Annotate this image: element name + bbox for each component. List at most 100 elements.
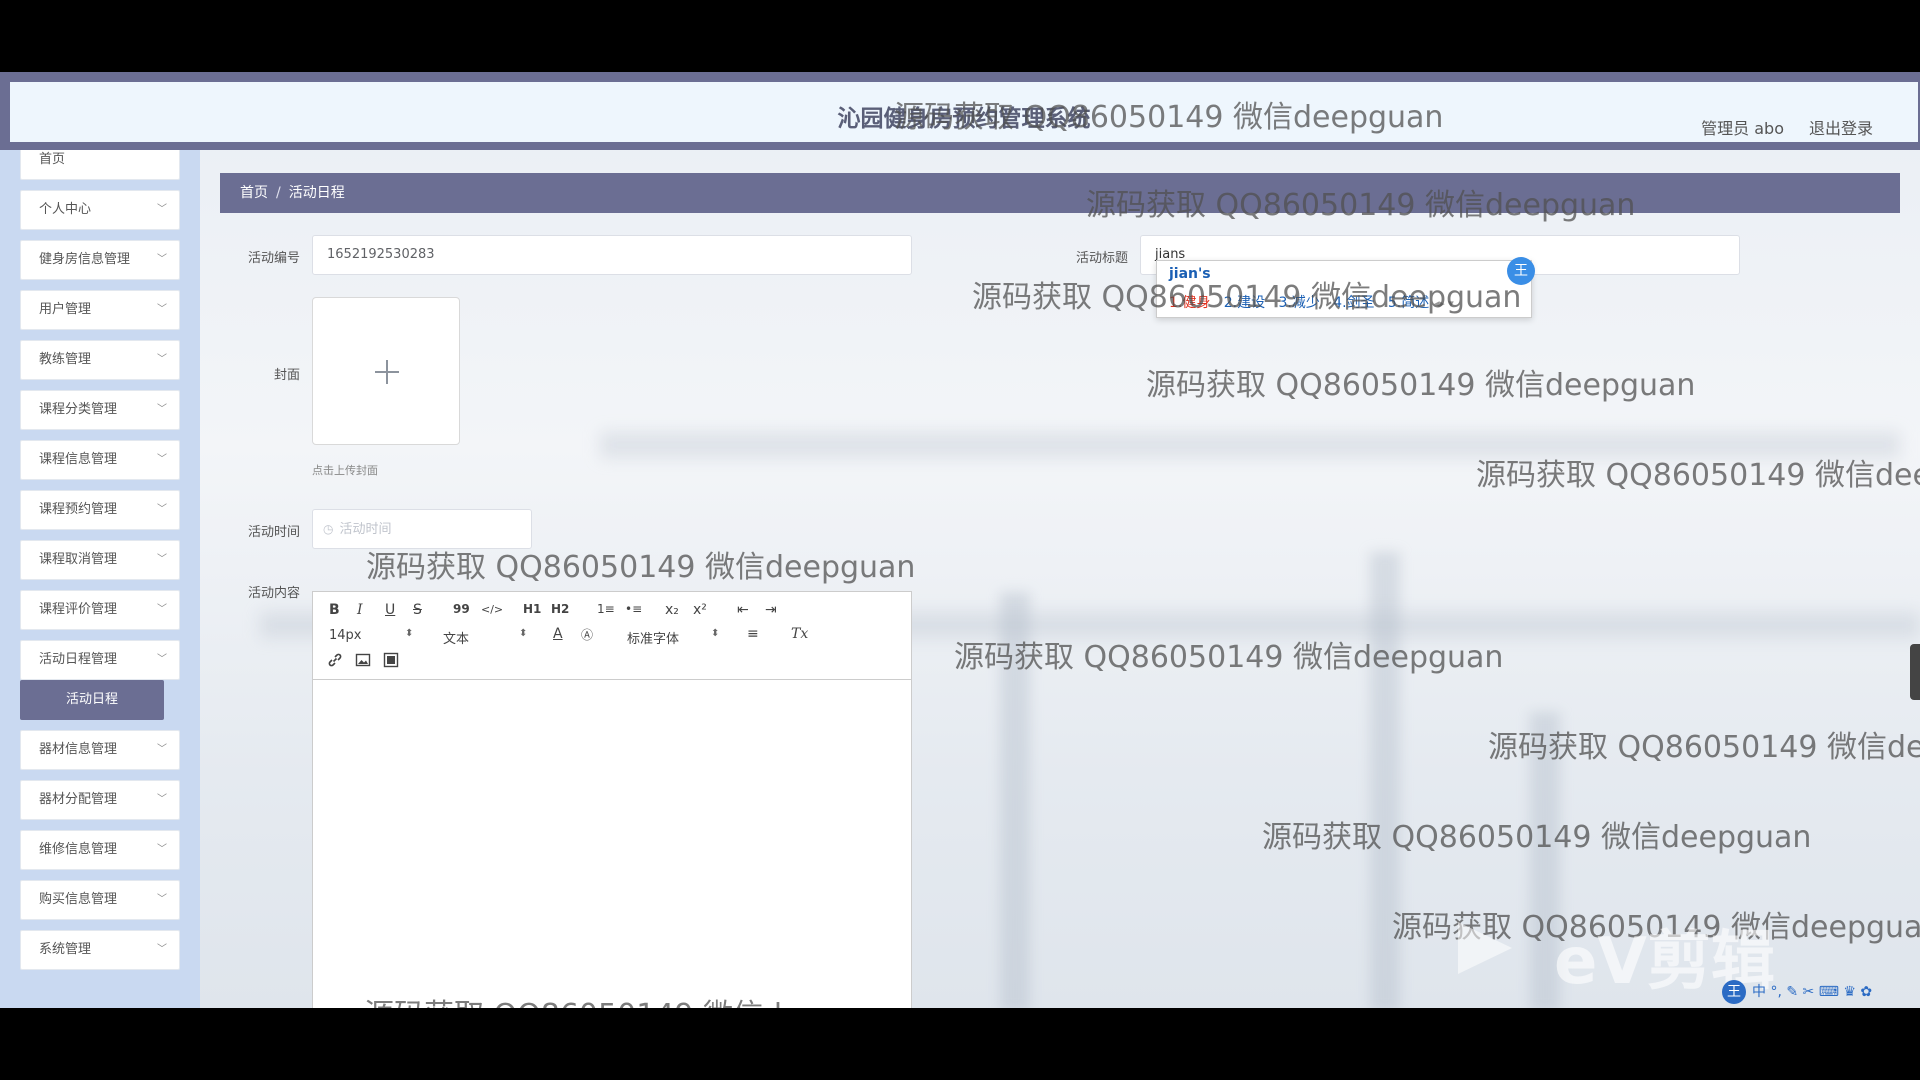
rich-text-editor[interactable]: B I U S 99 </> H1 H2 1≡ •≡ x₂ x² ⇤ ⇥ 14p… [312,591,912,1008]
cover-label: 封面 [273,368,300,383]
sidebar-item-course-info[interactable]: 课程信息管理 ﹀ [20,440,180,480]
chevron-down-icon: ﹀ [157,504,167,515]
watermark: 源码获取 QQ86050149 微信deepguan [1262,820,1812,855]
font-family-select[interactable]: 标准字体 [627,628,679,647]
sidebar-item-label: 教练管理 [39,352,92,367]
sidebar: 首页 个人中心 ﹀ 健身房信息管理 ﹀ 用户管理 ﹀ 教练管理 ﹀ 课程分类管理 ﹀ 课程… [0,150,200,1008]
chevron-down-icon: ﹀ [157,404,167,415]
sidebar-item-label: 课程信息管理 [39,452,118,467]
underline-icon[interactable]: U [385,602,395,618]
bullet-list-icon[interactable]: •≡ [625,602,642,616]
activity-title-label: 活动标题 [1075,251,1128,266]
watermark: 源码获取 QQ86050149 微信deepguan [1146,368,1696,403]
block-format-select[interactable]: 文本 [443,628,469,647]
sidebar-item-label: 系统管理 [39,942,92,957]
strikethrough-icon[interactable]: S [413,602,422,618]
sidebar-item-label: 器材信息管理 [39,742,118,757]
chevron-down-icon: ﹀ [157,454,167,465]
italic-icon[interactable]: I [357,602,363,618]
watermark: 源码获取 QQ86050149 微信deepguan [1488,730,1920,765]
watermark: 源码获取 QQ86050149 微信deepguan [366,550,916,585]
sidebar-item-profile[interactable]: 个人中心 ﹀ [20,190,180,230]
sidebar-item-equipment-info[interactable]: 器材信息管理 ﹀ [20,730,180,770]
sidebar-item-label: 维修信息管理 [39,842,118,857]
sidebar-item-label: 个人中心 [39,202,92,217]
cover-hint: 点击上传封面 [312,464,378,477]
sidebar-item-label: 器材分配管理 [39,792,118,807]
watermark: 源码获取 QQ86050149 微信deepguan [954,640,1504,675]
sidebar-subitem-activity[interactable]: 活动日程 [20,680,164,720]
sidebar-item-activity-schedule[interactable]: 活动日程管理 ﹀ [20,640,180,680]
sidebar-item-label: 课程预约管理 [39,502,118,517]
sidebar-item-coaches[interactable]: 教练管理 ﹀ [20,340,180,380]
clear-format-icon[interactable]: Tx [791,626,808,642]
breadcrumb-home[interactable]: 首页 [240,185,268,201]
sidebar-item-gym-info[interactable]: 健身房信息管理 ﹀ [20,240,180,280]
chevron-down-icon: ﹀ [157,744,167,755]
app-screen: 沁园健身房预约管理系统 管理员 abo 退出登录 首页 个人中心 ﹀ 健身房信息管… [0,72,1920,1008]
heading1-icon[interactable]: H1 [523,602,541,616]
plus-icon [386,360,388,384]
watermark: 源码获取 QQ86050149 微信deepguan [364,990,913,1008]
chevron-down-icon: ﹀ [157,944,167,955]
watermark: 源码获取 QQ86050149 微信deepguan [894,100,1444,135]
sidebar-item-label: 课程取消管理 [39,552,118,567]
background-color-icon[interactable]: Ⓐ [581,626,593,643]
sidebar-item-repair[interactable]: 维修信息管理 ﹀ [20,830,180,870]
sidebar-item-purchase[interactable]: 购买信息管理 ﹀ [20,880,180,920]
font-size-select[interactable]: 14px [329,628,362,643]
chevron-down-icon: ﹀ [157,844,167,855]
current-user: 管理员 abo [1701,119,1784,138]
select-arrows-icon: ⬍ [711,628,720,639]
chevron-down-icon: ﹀ [157,304,167,315]
select-arrows-icon: ⬍ [519,628,528,639]
chevron-down-icon: ﹀ [157,794,167,805]
sidebar-item-label: 活动日程管理 [39,652,118,667]
ime-logo-icon: 王 [1722,980,1746,1004]
ordered-list-icon[interactable]: 1≡ [597,602,615,616]
align-icon[interactable]: ≡ [747,626,759,642]
sidebar-item-system[interactable]: 系统管理 ﹀ [20,930,180,970]
activity-content-label: 活动内容 [247,586,300,601]
chevron-down-icon: ﹀ [157,204,167,215]
link-icon[interactable] [327,652,343,672]
sidebar-item-label: 课程分类管理 [39,402,118,417]
sidebar-item-label: 课程评价管理 [39,602,118,617]
image-icon[interactable] [355,652,371,672]
activity-time-label: 活动时间 [247,525,300,540]
chevron-down-icon: ﹀ [157,894,167,905]
sidebar-item-course-cancel[interactable]: 课程取消管理 ﹀ [20,540,180,580]
sidebar-item-label: 首页 [39,152,66,167]
bold-icon[interactable]: B [329,602,340,618]
ime-status-bar[interactable]: 王中 °, ✎ ✂ ⌨ ♛ ✿ [1722,980,1872,1006]
sidebar-item-home[interactable]: 首页 [20,150,180,180]
video-icon[interactable] [383,652,399,672]
sidebar-item-label: 健身房信息管理 [39,252,131,267]
chevron-down-icon: ﹀ [157,604,167,615]
indent-icon[interactable]: ⇥ [765,602,777,618]
blockquote-icon[interactable]: 99 [453,602,470,616]
superscript-icon[interactable]: x² [693,602,707,618]
chevron-down-icon: ﹀ [157,354,167,365]
cover-upload[interactable] [312,297,460,445]
sidebar-item-course-category[interactable]: 课程分类管理 ﹀ [20,390,180,430]
select-arrows-icon: ⬍ [405,628,414,639]
logout-link[interactable]: 退出登录 [1809,115,1873,139]
sidebar-item-equipment-assign[interactable]: 器材分配管理 ﹀ [20,780,180,820]
outdent-icon[interactable]: ⇤ [737,602,749,618]
chevron-down-icon: ﹀ [157,654,167,665]
side-handle[interactable] [1910,644,1920,700]
activity-time-placeholder: 活动时间 [339,522,392,537]
heading2-icon[interactable]: H2 [551,602,569,616]
sidebar-item-course-review[interactable]: 课程评价管理 ﹀ [20,590,180,630]
sidebar-item-course-booking[interactable]: 课程预约管理 ﹀ [20,490,180,530]
code-icon[interactable]: </> [481,603,503,616]
editor-toolbar: B I U S 99 </> H1 H2 1≡ •≡ x₂ x² ⇤ ⇥ 14p… [313,592,911,680]
activity-id-label: 活动编号 [247,251,300,266]
sidebar-item-label: 用户管理 [39,302,92,317]
subscript-icon[interactable]: x₂ [665,602,679,618]
activity-id-input[interactable]: 1652192530283 [312,235,912,275]
font-color-icon[interactable]: A [553,626,563,642]
breadcrumb-current: 活动日程 [288,185,345,201]
sidebar-item-users[interactable]: 用户管理 ﹀ [20,290,180,330]
